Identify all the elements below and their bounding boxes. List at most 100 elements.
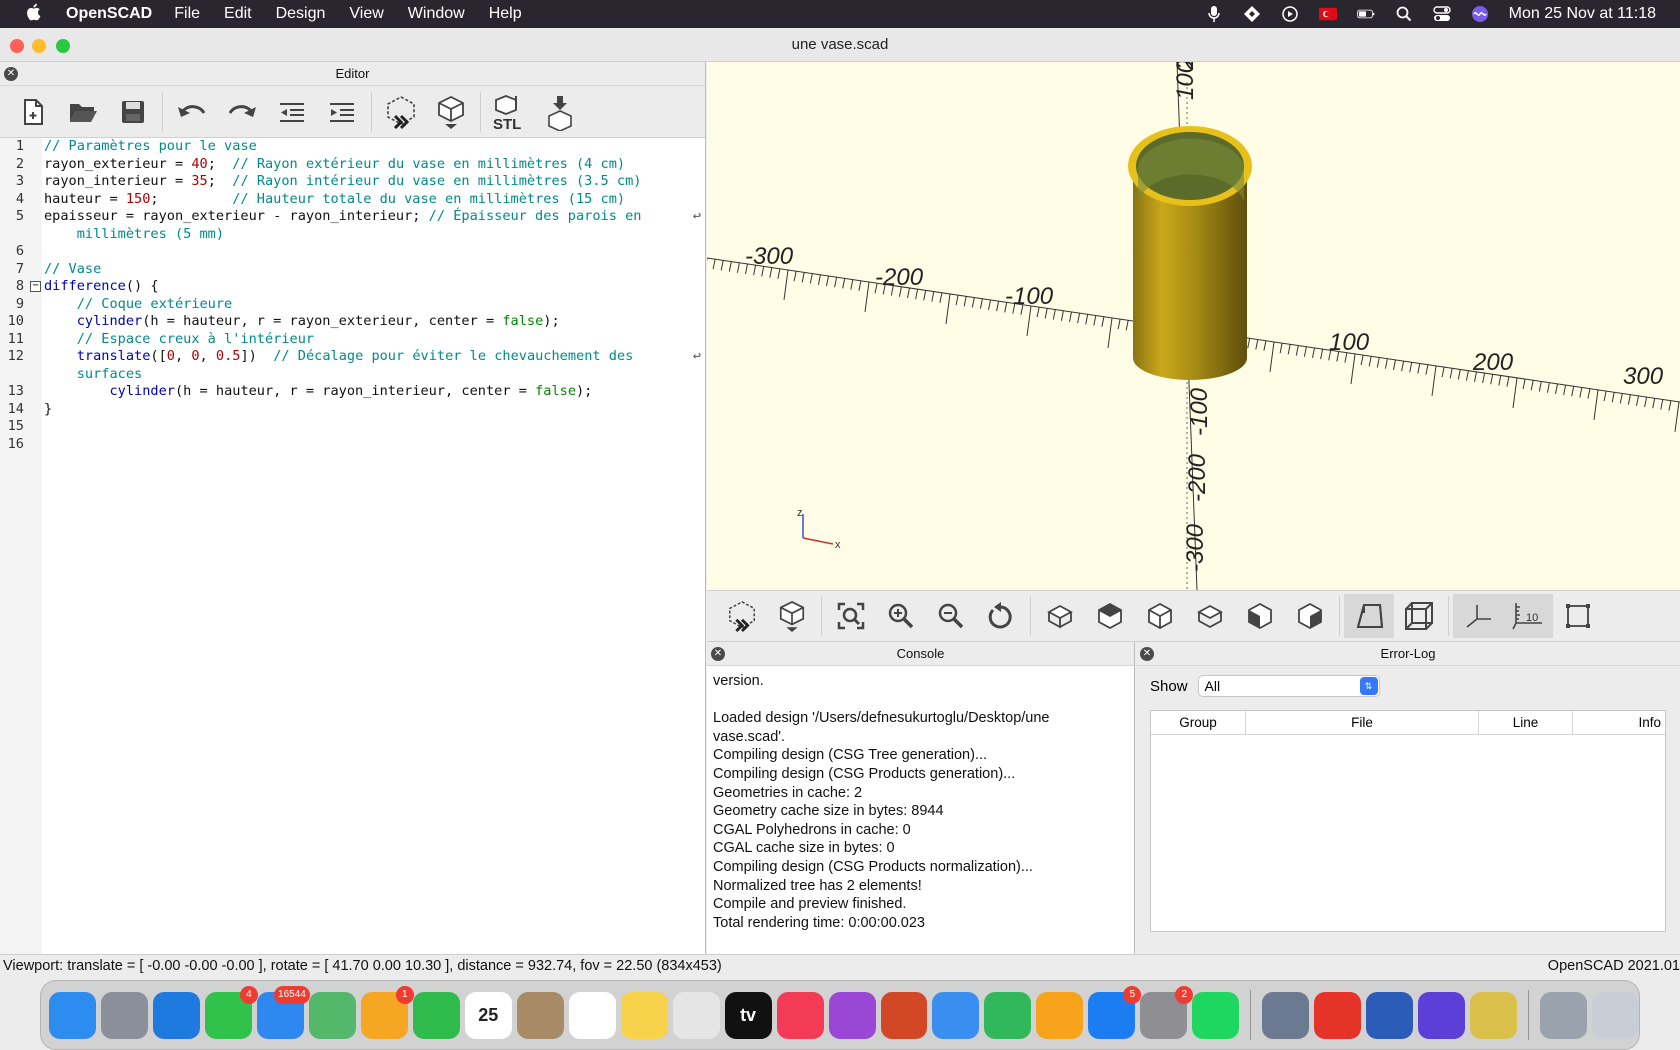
view-top-icon[interactable] (1085, 594, 1135, 638)
view-right-icon[interactable] (1035, 594, 1085, 638)
dock-maps-icon[interactable] (308, 991, 356, 1039)
preview-icon[interactable] (376, 90, 426, 134)
code-line[interactable]: 16 (0, 436, 705, 454)
render-icon[interactable] (767, 594, 817, 638)
dock-podcasts-icon[interactable] (828, 991, 876, 1039)
view-all-icon[interactable] (826, 594, 876, 638)
dock-pages-icon[interactable] (1036, 991, 1084, 1039)
column-header-info[interactable]: Info (1573, 711, 1665, 734)
dock-launchpad-icon[interactable] (100, 991, 148, 1039)
3d-viewport[interactable]: -300 -200 -100 100 200 300 -100 -200 -30… (707, 62, 1680, 590)
show-edges-icon[interactable] (1553, 594, 1603, 638)
code-line[interactable]: 7// Vase (0, 261, 705, 279)
column-header-file[interactable]: File (1246, 711, 1479, 734)
menubar-clock[interactable]: Mon 25 Nov at 11:18 (1509, 5, 1656, 23)
zoom-in-icon[interactable] (876, 594, 926, 638)
dock-apple-tv-icon[interactable]: tv (724, 991, 772, 1039)
code-line[interactable]: 3 rayon_interieur = 35; // Rayon intérieu… (0, 173, 705, 191)
code-line[interactable]: 1// Paramètres pour le vase (0, 138, 705, 156)
undo-icon[interactable] (167, 90, 217, 134)
menu-view[interactable]: View (349, 5, 383, 23)
code-line[interactable]: 15 (0, 418, 705, 436)
dock-system-preferences-icon[interactable]: 2 (1140, 985, 1194, 1039)
column-header-line[interactable]: Line (1479, 711, 1573, 734)
dock-chrome-icon[interactable] (672, 991, 720, 1039)
redo-icon[interactable] (217, 90, 267, 134)
render-icon[interactable] (426, 90, 476, 134)
code-line[interactable]: 2 rayon_exterieur = 40; // Rayon extérieu… (0, 156, 705, 174)
fold-toggle-icon[interactable]: − (30, 281, 41, 292)
microphone-icon[interactable] (1205, 5, 1223, 23)
view-left-icon[interactable] (1185, 594, 1235, 638)
view-front-icon[interactable] (1235, 594, 1285, 638)
siri-icon[interactable] (1471, 5, 1489, 23)
dock-calendar-icon[interactable]: 25 (464, 991, 512, 1039)
code-line[interactable]: 4 hauteur = 150; // Hauteur totale du vas… (0, 191, 705, 209)
code-line[interactable]: 12 translate([0, 0, 0.5]) // Décalage po… (0, 348, 705, 366)
new-file-icon[interactable] (8, 90, 58, 134)
dock-trash-icon[interactable] (1592, 991, 1640, 1039)
battery-icon[interactable] (1356, 5, 1375, 23)
close-console-icon[interactable]: ✕ (711, 647, 725, 661)
preview-icon[interactable] (717, 594, 767, 638)
turkish-flag-icon[interactable] (1318, 5, 1337, 23)
code-line[interactable]: 11 // Espace creux à l'intérieur (0, 331, 705, 349)
errorlog-table[interactable]: Group File Line Info (1150, 710, 1666, 932)
control-center-icon[interactable] (1432, 5, 1451, 23)
dock-reminders-icon[interactable] (568, 991, 616, 1039)
dock-mail-icon[interactable]: 16544 (256, 985, 310, 1039)
dock-app-store-icon[interactable]: 5 (1088, 985, 1142, 1039)
menu-window[interactable]: Window (408, 5, 465, 23)
dock-powerpoint-icon[interactable] (880, 991, 928, 1039)
send-to-print-icon[interactable] (535, 90, 585, 134)
code-line[interactable]: 8− difference() { (0, 278, 705, 296)
spotlight-search-icon[interactable] (1395, 5, 1413, 23)
zoom-out-icon[interactable] (926, 594, 976, 638)
close-errorlog-icon[interactable]: ✕ (1140, 647, 1154, 661)
code-line[interactable]: 5 epaisseur = rayon_exterieur - rayon_int… (0, 208, 705, 226)
show-filter-select[interactable]: All ⇅ (1197, 675, 1380, 697)
unindent-icon[interactable] (267, 90, 317, 134)
column-header-group[interactable]: Group (1151, 711, 1246, 734)
play-circle-icon[interactable] (1281, 5, 1299, 23)
dock-safari-icon[interactable] (152, 991, 200, 1039)
menu-design[interactable]: Design (276, 5, 326, 23)
dock-openscad-icon[interactable] (1470, 991, 1518, 1039)
view-back-icon[interactable] (1285, 594, 1335, 638)
dock-photos-icon[interactable]: 1 (360, 985, 414, 1039)
vase-model[interactable] (1128, 126, 1252, 380)
code-line[interactable]: 6 (0, 243, 705, 261)
dropbox-icon[interactable] (1243, 5, 1261, 23)
show-axes-icon[interactable] (1453, 594, 1503, 638)
code-line[interactable]: millimètres (5 mm) (0, 226, 705, 244)
dock-spotify-icon[interactable] (1192, 991, 1240, 1039)
open-file-icon[interactable] (58, 90, 108, 134)
menu-edit[interactable]: Edit (224, 5, 252, 23)
dock-finder-icon[interactable] (49, 991, 96, 1039)
export-stl-icon[interactable]: STL (485, 90, 535, 134)
menu-file[interactable]: File (174, 5, 200, 23)
apple-menu-icon[interactable] (0, 3, 66, 26)
dock-utility-icon[interactable] (1262, 991, 1310, 1039)
menu-help[interactable]: Help (489, 5, 522, 23)
reset-view-icon[interactable] (976, 594, 1026, 638)
show-scale-icon[interactable]: 10 (1503, 594, 1553, 638)
dock-messages-icon[interactable]: 4 (204, 985, 258, 1039)
dock-music-icon[interactable] (776, 991, 824, 1039)
view-bottom-icon[interactable] (1135, 594, 1185, 638)
dock-facetime-icon[interactable] (412, 991, 460, 1039)
dock-numbers-icon[interactable] (984, 991, 1032, 1039)
code-line[interactable]: 9 // Coque extérieure (0, 296, 705, 314)
dock-contacts-icon[interactable] (516, 991, 564, 1039)
code-editor[interactable]: 1// Paramètres pour le vase 2 rayon_exter… (0, 138, 705, 954)
close-editor-icon[interactable]: ✕ (4, 67, 18, 81)
dock-voice-memos-icon[interactable] (1314, 991, 1362, 1039)
code-line[interactable]: 10 cylinder(h = hauteur, r = rayon_exter… (0, 313, 705, 331)
orthogonal-icon[interactable] (1394, 594, 1444, 638)
code-line[interactable]: 13 cylinder(h = hauteur, r = rayon_inter… (0, 383, 705, 401)
app-menu-openscad[interactable]: OpenSCAD (66, 5, 152, 23)
code-line[interactable]: 14} (0, 401, 705, 419)
dock-word-icon[interactable] (1366, 991, 1414, 1039)
dock-keynote-icon[interactable] (932, 991, 980, 1039)
dock-downloads-icon[interactable] (1540, 991, 1588, 1039)
